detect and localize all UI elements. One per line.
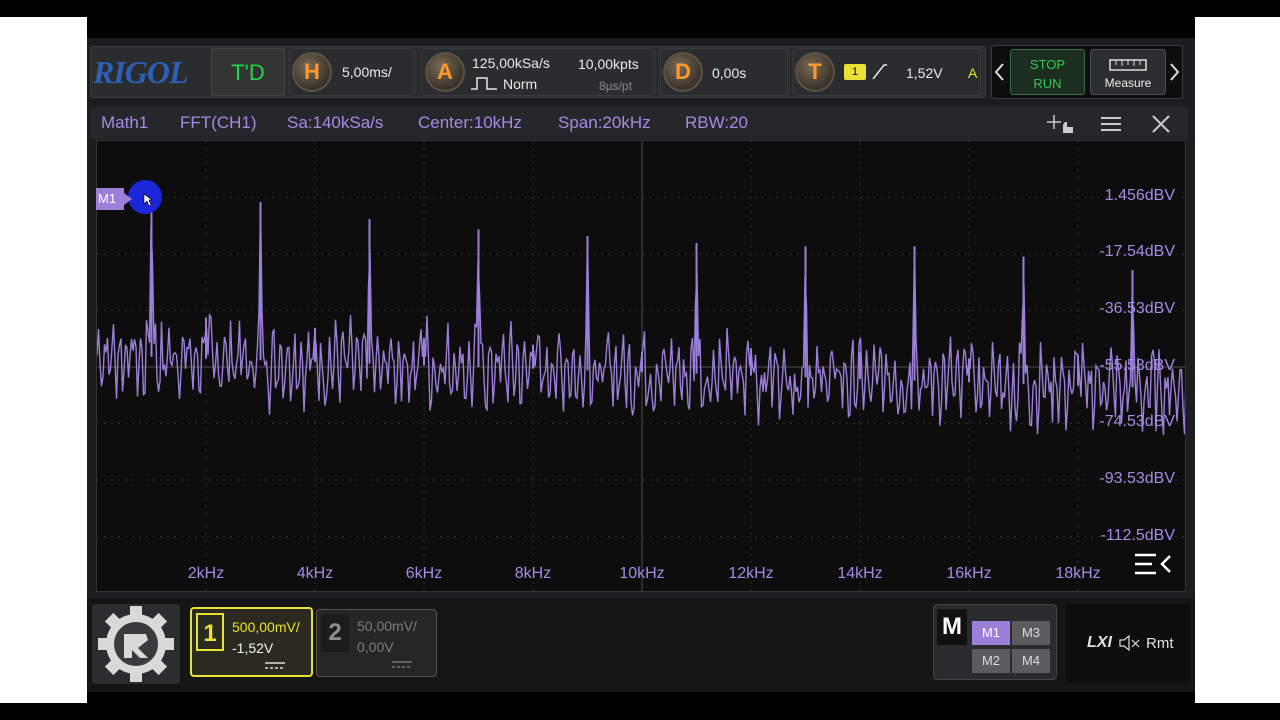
horizontal-h-icon: H: [292, 52, 332, 92]
close-icon[interactable]: [1151, 114, 1171, 134]
math-m1-button[interactable]: M1: [972, 621, 1010, 645]
delay-d-icon: D: [663, 52, 703, 92]
fft-chart: [97, 141, 1185, 591]
channel-1-panel[interactable]: 1 500,00mV/ -1,52V: [190, 607, 313, 677]
remote-status: Rmt: [1146, 635, 1174, 652]
trigger-sweep: A: [968, 65, 978, 81]
pulse-icon: [471, 77, 497, 90]
acquire-a-icon: A: [425, 52, 465, 92]
lxi-status: LXI: [1087, 634, 1112, 651]
acquire-mode: Norm: [503, 76, 538, 92]
math-m2-button[interactable]: M2: [972, 649, 1010, 673]
channel-1-scale: 500,00mV/: [232, 619, 300, 635]
run-label: RUN: [1033, 76, 1062, 91]
y-label-5: -93.53dBV: [1099, 470, 1175, 487]
channel-2-offset: 0,00V: [357, 639, 394, 655]
math-m3-button[interactable]: M3: [1012, 621, 1050, 645]
y-label-0: 1.456dBV: [1104, 187, 1175, 204]
channel-1-offset: -1,52V: [232, 640, 274, 656]
math-span: Span:20kHz: [558, 113, 651, 132]
m1-marker[interactable]: M1: [96, 188, 124, 210]
dc-coupling-icon: [392, 661, 412, 668]
trigger-level: 1,52V: [906, 65, 943, 81]
math-center: Center:10kHz: [418, 113, 522, 132]
trigger-source-badge: 1: [844, 64, 866, 80]
menu-icon[interactable]: [1100, 115, 1122, 133]
memory-depth: 10,00kpts: [578, 56, 639, 72]
x-label-1: 4kHz: [296, 565, 334, 582]
pointer-icon: [143, 193, 153, 207]
math-m4-button[interactable]: M4: [1012, 649, 1050, 673]
chevron-left-icon[interactable]: [993, 62, 1005, 82]
x-label-6: 14kHz: [837, 565, 883, 582]
y-label-4: -74.53dBV: [1099, 413, 1175, 430]
y-label-2: -36.53dBV: [1099, 300, 1175, 317]
x-label-5: 12kHz: [728, 565, 774, 582]
stop-run-button[interactable]: STOP RUN: [1010, 49, 1085, 95]
math-header-bar: Math1 FFT(CH1) Sa:140kSa/s Center:10kHz …: [90, 107, 1188, 139]
stop-label: STOP: [1029, 57, 1066, 72]
rising-edge-icon: [872, 64, 887, 80]
x-label-7: 16kHz: [946, 565, 992, 582]
x-label-3: 8kHz: [514, 565, 552, 582]
x-label-4: 10kHz: [619, 565, 665, 582]
gear-logo-icon: [98, 606, 174, 682]
measure-button[interactable]: Measure: [1090, 49, 1166, 95]
home-settings-button[interactable]: [92, 604, 180, 684]
time-per-point: 8µs/pt: [599, 79, 632, 93]
ruler-icon: [1109, 59, 1147, 71]
math-name: Math1: [101, 113, 149, 132]
x-label-0: 2kHz: [187, 565, 225, 582]
y-label-1: -17.54dBV: [1099, 243, 1175, 260]
collapse-menu-icon[interactable]: [1134, 551, 1174, 579]
right-letterbox: [1195, 17, 1280, 703]
math-label: M: [937, 609, 967, 645]
status-panel: LXI Rmt: [1066, 604, 1190, 682]
left-letterbox: [0, 17, 87, 703]
sample-rate: 125,00kSa/s: [472, 55, 550, 71]
y-label-3: -55.53dBV: [1099, 357, 1175, 374]
math-rbw: RBW:20: [685, 113, 748, 132]
timebase-value: 5,00ms/: [342, 64, 392, 80]
time-mode-button[interactable]: T'D: [211, 48, 285, 96]
math-panel: M M1 M3 M2 M4: [933, 604, 1057, 680]
dc-coupling-icon: [265, 662, 285, 669]
chevron-right-icon[interactable]: [1169, 62, 1181, 82]
x-label-2: 6kHz: [405, 565, 443, 582]
delay-value: 0,00s: [712, 65, 747, 81]
speaker-muted-icon[interactable]: [1118, 634, 1142, 652]
rigol-logo: RIGOL: [93, 54, 189, 90]
trigger-t-icon: T: [795, 52, 835, 92]
channel-2-number: 2: [321, 614, 349, 652]
math-operation: FFT(CH1): [180, 113, 257, 132]
channel-2-scale: 50,00mV/: [357, 618, 417, 634]
channel-1-number: 1: [196, 613, 224, 651]
y-label-6: -112.5dBV: [1100, 527, 1175, 544]
measure-label: Measure: [1104, 76, 1152, 90]
fft-plot-area[interactable]: 1.456dBV -17.54dBV -36.53dBV -55.53dBV -…: [96, 140, 1186, 592]
move-window-icon[interactable]: [1046, 113, 1076, 135]
x-label-8: 18kHz: [1055, 565, 1101, 582]
m1-marker-arrow: [124, 193, 132, 205]
math-sample-rate: Sa:140kSa/s: [287, 113, 384, 132]
channel-2-panel[interactable]: 2 50,00mV/ 0,00V: [316, 609, 437, 677]
